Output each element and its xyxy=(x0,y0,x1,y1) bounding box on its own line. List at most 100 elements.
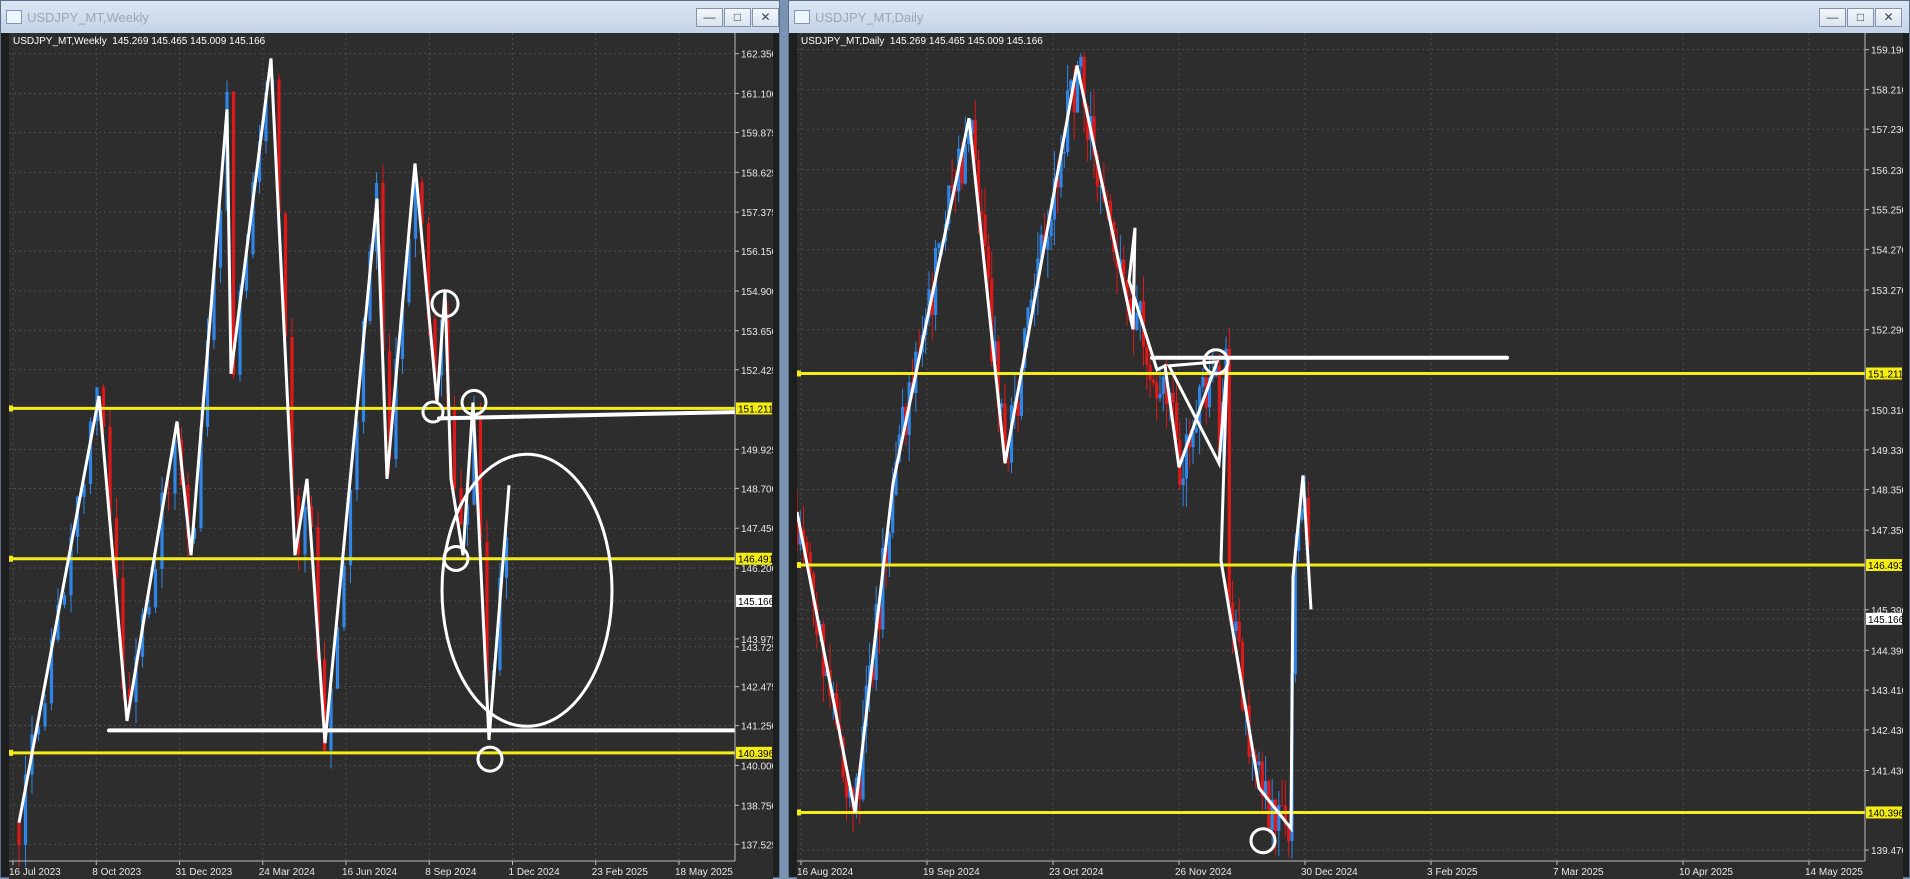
candle-body xyxy=(303,506,307,555)
candle-body xyxy=(1079,56,1083,67)
candle-body xyxy=(1158,393,1162,399)
price-tick-label: 153.650 xyxy=(741,327,773,338)
candle-body xyxy=(1273,799,1278,831)
candle-body xyxy=(1201,377,1205,387)
candle-body xyxy=(1151,379,1155,383)
weekly-info-line: USDJPY_MT,Weekly 145.269 145.465 145.009… xyxy=(13,36,266,47)
weekly-titlebar[interactable]: USDJPY_MT,Weekly — □ ✕ xyxy=(1,1,779,33)
price-tick-label: 157.230 xyxy=(1871,125,1903,136)
candle-body xyxy=(1155,382,1159,399)
candle-body xyxy=(1257,761,1261,766)
level-price-label: 146.493 xyxy=(1868,561,1903,572)
candle-body xyxy=(1062,152,1066,154)
current-price-label: 145.166 xyxy=(738,597,773,608)
weekly-window-title: USDJPY_MT,Weekly xyxy=(27,10,149,25)
close-icon: ✕ xyxy=(760,10,771,24)
minimize-icon: — xyxy=(1826,10,1839,24)
chart-window-icon xyxy=(794,10,810,24)
price-tick-label: 142.475 xyxy=(741,683,773,694)
candle-body xyxy=(887,532,891,566)
price-tick-label: 156.230 xyxy=(1871,166,1903,177)
price-tick-label: 150.310 xyxy=(1871,406,1903,417)
date-tick-label: 8 Oct 2023 xyxy=(92,867,141,878)
candle-body xyxy=(986,246,990,279)
level-anchor xyxy=(9,555,13,562)
date-tick-label: 7 Mar 2025 xyxy=(1553,867,1604,878)
candle-body xyxy=(342,565,346,628)
drawn-horizontal-line xyxy=(437,409,741,421)
daily-chart-svg[interactable]: 159.190 158.210 157.230 156.230 155.250 154.2… xyxy=(797,33,1903,879)
candle-body xyxy=(937,243,941,248)
price-tick-label: 154.270 xyxy=(1871,245,1903,256)
price-tick-label: 146.200 xyxy=(741,564,773,575)
price-tick-label: 143.410 xyxy=(1871,686,1903,697)
candle-body xyxy=(231,91,236,375)
date-tick-label: 23 Feb 2025 xyxy=(592,867,649,878)
candle-body xyxy=(1237,621,1241,642)
daily-window-title: USDJPY_MT,Daily xyxy=(815,10,924,25)
weekly-chart-svg[interactable]: 162.350 161.100 159.875 158.625 157.375 156.1… xyxy=(9,33,773,879)
price-tick-label: 159.875 xyxy=(741,129,773,140)
chart-window-icon xyxy=(6,10,22,24)
date-tick-label: 18 May 2025 xyxy=(675,867,733,878)
price-tick-label: 153.270 xyxy=(1871,286,1903,297)
level-anchor xyxy=(9,749,13,756)
close-icon: ✕ xyxy=(1883,10,1894,24)
date-tick-label: 23 Oct 2024 xyxy=(1049,867,1104,878)
date-tick-label: 14 May 2025 xyxy=(1805,867,1863,878)
date-tick-label: 1 Dec 2024 xyxy=(509,867,561,878)
candle-body xyxy=(1181,478,1185,486)
candle-body xyxy=(147,607,151,615)
price-tick-label: 155.250 xyxy=(1871,206,1903,217)
level-anchor xyxy=(797,561,801,568)
price-tick-label: 142.430 xyxy=(1871,726,1903,737)
date-tick-label: 16 Aug 2024 xyxy=(797,867,854,878)
candle-body xyxy=(980,211,984,215)
date-tick-label: 24 Mar 2024 xyxy=(259,867,316,878)
daily-chart-window[interactable]: USDJPY_MT,Daily — □ ✕ 159.190 158.210 157.… xyxy=(788,0,1910,879)
zigzag-trend-line xyxy=(17,58,511,824)
weekly-plot-area[interactable]: 162.350 161.100 159.875 158.625 157.375 156.1… xyxy=(9,33,773,879)
price-tick-label: 158.210 xyxy=(1871,85,1903,96)
price-tick-label: 149.330 xyxy=(1871,446,1903,457)
close-button[interactable]: ✕ xyxy=(1875,8,1902,27)
candle-body xyxy=(1006,462,1010,464)
close-button[interactable]: ✕ xyxy=(752,8,779,27)
minimize-icon: — xyxy=(703,10,716,24)
price-tick-label: 140.000 xyxy=(741,761,773,772)
drawn-circle xyxy=(476,745,504,773)
price-tick-label: 158.625 xyxy=(741,168,773,179)
candle-body xyxy=(1277,805,1281,831)
minimize-button[interactable]: — xyxy=(696,8,723,27)
candle-body xyxy=(153,568,158,608)
candle-body xyxy=(1234,621,1238,632)
candle-body xyxy=(166,492,171,494)
price-tick-label: 141.430 xyxy=(1871,766,1903,777)
weekly-chart-window[interactable]: USDJPY_MT,Weekly — □ ✕ 162.350 161.100 159… xyxy=(0,0,780,879)
candle-body xyxy=(17,822,21,846)
current-price-label: 145.166 xyxy=(1868,615,1903,626)
daily-titlebar[interactable]: USDJPY_MT,Daily — □ ✕ xyxy=(789,1,1909,33)
candle-body xyxy=(1135,312,1139,331)
maximize-button[interactable]: □ xyxy=(1847,8,1874,27)
daily-plot-area[interactable]: 159.190 158.210 157.230 156.230 155.250 154.2… xyxy=(797,33,1903,879)
price-tick-label: 148.700 xyxy=(741,484,773,495)
level-price-label: 151.211 xyxy=(738,404,773,415)
level-price-label: 140.396 xyxy=(738,749,773,760)
maximize-button[interactable]: □ xyxy=(724,8,751,27)
price-tick-label: 144.390 xyxy=(1871,646,1903,657)
date-tick-label: 19 Sep 2024 xyxy=(923,867,980,878)
date-tick-label: 31 Dec 2023 xyxy=(176,867,233,878)
price-tick-label: 159.190 xyxy=(1871,46,1903,57)
candle-body xyxy=(1267,780,1271,831)
level-anchor xyxy=(797,809,801,816)
candle-body xyxy=(1145,346,1149,365)
price-tick-label: 147.450 xyxy=(741,524,773,535)
drawn-circle xyxy=(1249,827,1277,855)
price-tick-label: 147.350 xyxy=(1871,526,1903,537)
daily-info-line: USDJPY_MT,Daily 145.269 145.465 145.009 … xyxy=(801,36,1043,47)
candle-body xyxy=(983,214,987,247)
minimize-button[interactable]: — xyxy=(1819,8,1846,27)
level-anchor xyxy=(797,370,801,377)
price-tick-label: 152.425 xyxy=(741,366,773,377)
